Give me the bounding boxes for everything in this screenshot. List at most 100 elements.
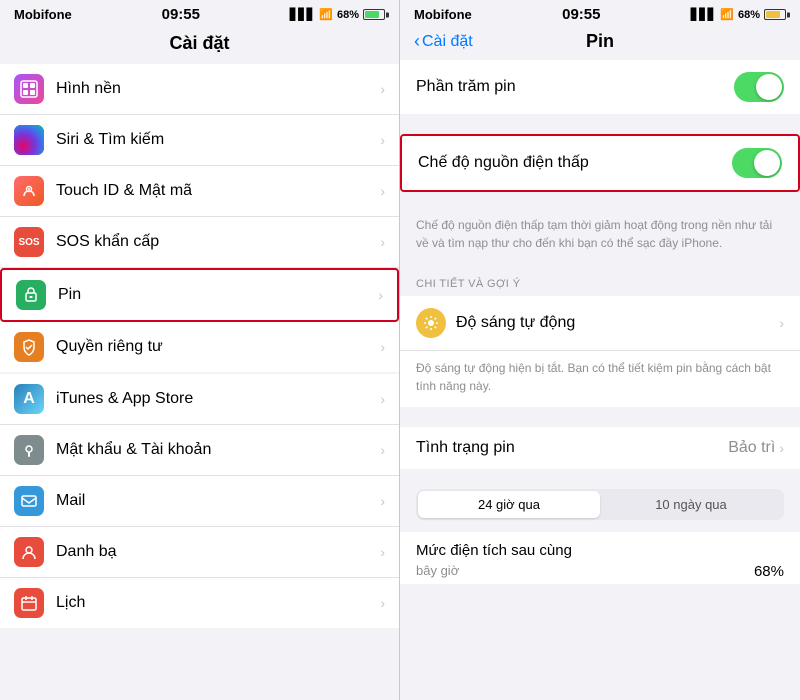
chevron-do-sang: ›	[779, 315, 784, 331]
back-chevron-icon: ‹	[414, 31, 420, 52]
icon-itunes: A	[14, 384, 44, 414]
signal-icon: ▋▋▋	[290, 8, 315, 21]
right-battery-icon	[764, 9, 786, 20]
do-sang-section: Độ sáng tự động › Độ sáng tự động hiện b…	[400, 296, 800, 407]
left-time: 09:55	[162, 6, 200, 23]
row-label-pin: Pin	[58, 286, 378, 304]
back-button[interactable]: ‹ Cài đặt	[414, 31, 473, 52]
chevron-quyen: ›	[380, 339, 385, 355]
settings-row-mail[interactable]: Mail ›	[0, 476, 399, 527]
muc-dien-label: Mức điện tích sau cùng	[400, 532, 800, 563]
left-status-bar: Mobifone 09:55 ▋▋▋ 📶 68%	[0, 0, 399, 27]
battery-pct-left: 68%	[337, 9, 359, 21]
left-panel: Mobifone 09:55 ▋▋▋ 📶 68% Cài đặt Hình nề…	[0, 0, 400, 700]
chevron-pin: ›	[378, 287, 383, 303]
tinh-trang-row[interactable]: Tình trạng pin Bảo trì ›	[400, 427, 800, 469]
che-do-section: Chế độ nguồn điện thấp	[400, 134, 800, 192]
chevron-hinh-nen: ›	[380, 81, 385, 97]
tab-buttons: 24 giờ qua 10 ngày qua	[416, 489, 784, 520]
do-sang-row[interactable]: Độ sáng tự động ›	[400, 296, 800, 351]
row-label-siri: Siri & Tìm kiếm	[56, 131, 380, 149]
right-signal-icon: ▋▋▋	[691, 8, 716, 21]
phan-tram-toggle[interactable]	[734, 72, 784, 102]
settings-row-hinh-nen[interactable]: Hình nền ›	[0, 64, 399, 115]
phan-tram-row: Phần trăm pin	[400, 60, 800, 114]
row-label-mail: Mail	[56, 492, 380, 510]
right-page-title: Pin	[586, 31, 614, 52]
muc-dien-section: Mức điện tích sau cùng bây giờ 68%	[400, 532, 800, 584]
wifi-icon: 📶	[319, 8, 333, 21]
chevron-danh-ba: ›	[380, 544, 385, 560]
row-label-mat-khau: Mật khẩu & Tài khoản	[56, 441, 380, 459]
settings-row-mat-khau[interactable]: Mật khẩu & Tài khoản ›	[0, 425, 399, 476]
left-carrier: Mobifone	[14, 7, 72, 22]
tab-10d[interactable]: 10 ngày qua	[600, 491, 782, 518]
right-time: 09:55	[562, 6, 600, 23]
tinh-trang-label: Tình trạng pin	[416, 439, 728, 457]
phan-tram-section: Phần trăm pin	[400, 60, 800, 114]
chevron-lich: ›	[380, 595, 385, 611]
muc-dien-row: bây giờ 68%	[400, 563, 800, 584]
icon-quyen	[14, 332, 44, 362]
right-wifi-icon: 📶	[720, 8, 734, 21]
icon-pin	[16, 280, 46, 310]
chevron-mail: ›	[380, 493, 385, 509]
icon-lich	[14, 588, 44, 618]
chevron-mat-khau: ›	[380, 442, 385, 458]
muc-dien-bay-gio: bây giờ	[416, 563, 459, 580]
tinh-trang-value: Bảo trì	[728, 439, 775, 457]
row-label-hinh-nen: Hình nền	[56, 80, 380, 98]
settings-list: Hình nền › Siri & Tìm kiếm › Touch ID & …	[0, 64, 399, 700]
icon-hinh-nen	[14, 74, 44, 104]
settings-row-quyen[interactable]: Quyền riêng tư ›	[0, 322, 399, 372]
row-label-sos: SOS khẩn cấp	[56, 233, 380, 251]
settings-row-lich[interactable]: Lịch ›	[0, 578, 399, 628]
tab-24h[interactable]: 24 giờ qua	[418, 491, 600, 518]
right-battery-pct: 68%	[738, 9, 760, 21]
che-do-row: Chế độ nguồn điện thấp	[402, 136, 798, 190]
right-nav: ‹ Cài đặt Pin	[400, 27, 800, 60]
row-label-quyen: Quyền riêng tư	[56, 338, 380, 356]
left-indicators: ▋▋▋ 📶 68%	[290, 8, 385, 21]
back-label: Cài đặt	[422, 33, 473, 51]
chevron-itunes: ›	[380, 391, 385, 407]
left-page-title: Cài đặt	[0, 27, 399, 64]
chevron-tinh-trang: ›	[779, 440, 784, 456]
icon-mail	[14, 486, 44, 516]
do-sang-icon	[416, 308, 446, 338]
chevron-sos: ›	[380, 234, 385, 250]
row-label-itunes: iTunes & App Store	[56, 390, 380, 408]
che-do-toggle-knob	[754, 150, 780, 176]
settings-row-danh-ba[interactable]: Danh bạ ›	[0, 527, 399, 578]
che-do-description-block: Chế độ nguồn điện thấp tạm thời giảm hoạ…	[400, 208, 800, 264]
chevron-touch-id: ›	[380, 183, 385, 199]
settings-row-itunes[interactable]: A iTunes & App Store ›	[0, 374, 399, 425]
right-status-bar: Mobifone 09:55 ▋▋▋ 📶 68%	[400, 0, 800, 27]
settings-row-touch-id[interactable]: Touch ID & Mật mã ›	[0, 166, 399, 217]
settings-group-apps: A iTunes & App Store › Mật khẩu & Tài kh…	[0, 374, 399, 628]
tinh-trang-section: Tình trạng pin Bảo trì ›	[400, 427, 800, 469]
settings-row-siri[interactable]: Siri & Tìm kiếm ›	[0, 115, 399, 166]
icon-siri	[14, 125, 44, 155]
settings-row-pin[interactable]: Pin ›	[0, 268, 399, 322]
right-indicators: ▋▋▋ 📶 68%	[691, 8, 786, 21]
icon-sos: SOS	[14, 227, 44, 257]
che-do-toggle[interactable]	[732, 148, 782, 178]
icon-danh-ba	[14, 537, 44, 567]
row-label-touch-id: Touch ID & Mật mã	[56, 182, 380, 200]
battery-icon-left	[363, 9, 385, 20]
right-panel: Mobifone 09:55 ▋▋▋ 📶 68% ‹ Cài đặt Pin P…	[400, 0, 800, 700]
right-content: Phần trăm pin Chế độ nguồn điện thấp Chế…	[400, 60, 800, 700]
do-sang-sub: Độ sáng tự động hiện bị tắt. Bạn có thể …	[400, 351, 800, 407]
section-header-chi-tiet: CHI TIẾT VÀ GỢI Ý	[400, 264, 800, 296]
settings-row-sos[interactable]: SOS SOS khẩn cấp ›	[0, 217, 399, 268]
icon-touch-id	[14, 176, 44, 206]
che-do-label: Chế độ nguồn điện thấp	[418, 154, 732, 172]
chevron-siri: ›	[380, 132, 385, 148]
row-label-lich: Lịch	[56, 594, 380, 612]
row-label-danh-ba: Danh bạ	[56, 543, 380, 561]
muc-dien-pct: 68%	[754, 563, 784, 580]
chi-tiet-section: CHI TIẾT VÀ GỢI Ý Độ sáng tự động › Độ s…	[400, 264, 800, 407]
right-carrier: Mobifone	[414, 7, 472, 22]
phan-tram-label: Phần trăm pin	[416, 78, 734, 96]
